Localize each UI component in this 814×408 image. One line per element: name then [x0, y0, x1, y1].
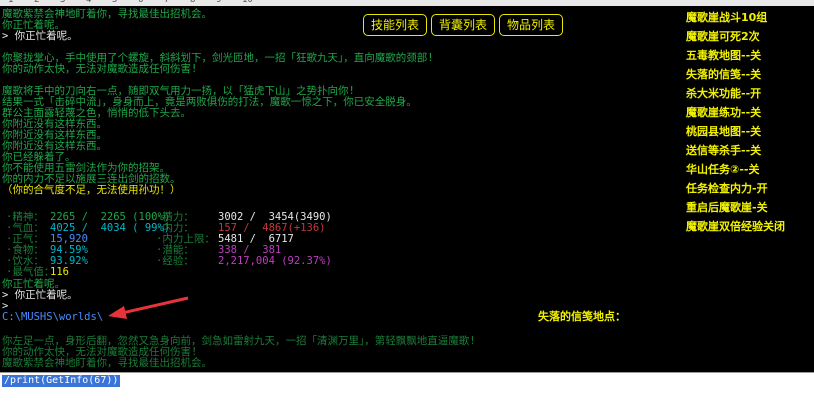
- stat-value: 116: [50, 266, 69, 278]
- log-line: > 你正忙着呢。: [2, 30, 78, 42]
- ruler-mark: 9: [216, 0, 222, 5]
- log-line: （你的合气度不足，无法使用孙功！）: [2, 184, 181, 196]
- ruler-mark: 1: [8, 0, 14, 5]
- ruler-mark: 10: [242, 0, 253, 5]
- ruler-mark: 7: [164, 0, 170, 5]
- ruler-mark: 8: [190, 0, 196, 5]
- ruler-mark: 6: [138, 0, 144, 5]
- terminal-output[interactable]: 技能列表 背囊列表 物品列表 魔歌崖战斗10组 魔歌崖可死2次 五毒教地图--关 失落…: [0, 6, 814, 372]
- ruler-mark: 5: [112, 0, 118, 5]
- log-line: 魔歌紫禁会神地盯着你，寻找最佳出招机会。: [2, 357, 212, 369]
- stat-label: ·经验：: [156, 255, 194, 267]
- stat-label: ·最气值：: [6, 266, 55, 278]
- log-line: > 你正忙着呢。: [2, 289, 78, 301]
- world-path: C:\MUSHS\worlds\: [2, 311, 104, 323]
- stat-value: 2,217,004 (92.37%): [218, 255, 332, 267]
- log-line: 你的动作太快，无法对魔歌造成任何伤害!: [2, 63, 198, 75]
- command-input-bar[interactable]: /print(GetInfo(67)): [0, 372, 814, 408]
- command-input[interactable]: /print(GetInfo(67)): [2, 375, 121, 387]
- ruler-mark: 3: [60, 0, 66, 5]
- ruler-mark: 2: [34, 0, 40, 5]
- ruler-mark: 4: [86, 0, 92, 5]
